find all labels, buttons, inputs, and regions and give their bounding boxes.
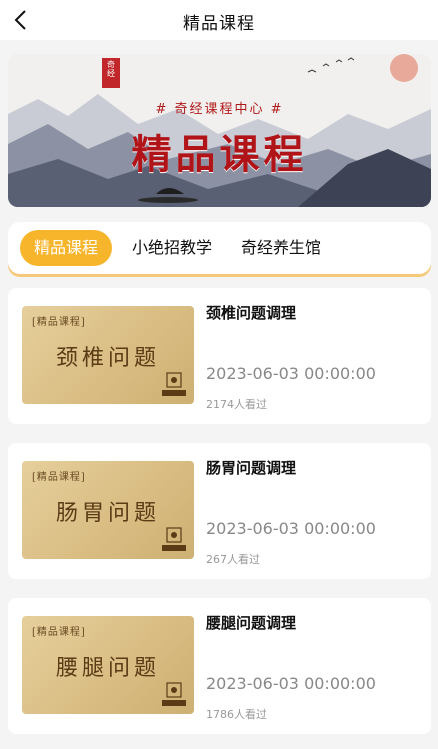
thumbnail-title: 肠胃问题 <box>55 501 160 526</box>
tab-tricks-teaching[interactable]: 小绝招教学 <box>132 230 212 266</box>
banner-subtitle: # 奇经课程中心 # <box>155 102 284 117</box>
tab-health-hall[interactable]: 奇经养生馆 <box>241 230 321 266</box>
top-nav-bar: 精品课程 <box>0 0 438 40</box>
course-title: 肠胃问题调理 <box>206 459 297 477</box>
course-title: 颈椎问题调理 <box>206 304 297 322</box>
course-title: 腰腿问题调理 <box>206 614 297 632</box>
category-tabs: 精品课程 小绝招教学 奇经养生馆 <box>8 222 431 274</box>
course-card[interactable]: [精品课程] 肠胃问题 肠胃问题调理 2023-06-03 00:00:00 2… <box>8 443 431 579</box>
course-views: 267人看过 <box>206 553 260 566</box>
qijing-logo-icon <box>162 682 186 706</box>
tab-featured-courses[interactable]: 精品课程 <box>20 230 113 266</box>
banner-title: 精品课程 <box>131 132 308 178</box>
course-card[interactable]: [精品课程] 腰腿问题 腰腿问题调理 2023-06-03 00:00:00 1… <box>8 598 431 734</box>
course-date: 2023-06-03 00:00:00 <box>206 674 376 693</box>
course-views: 2174人看过 <box>206 398 267 411</box>
thumbnail-title: 腰腿问题 <box>55 656 160 681</box>
page-title: 精品课程 <box>183 14 255 34</box>
thumbnail-tag: [精品课程] <box>32 627 86 638</box>
banner-image: 奇经 # 奇经课程中心 # 精品课程 <box>8 54 431 207</box>
course-thumbnail: [精品课程] 肠胃问题 <box>22 461 194 559</box>
course-date: 2023-06-03 00:00:00 <box>206 519 376 538</box>
course-card[interactable]: [精品课程] 颈椎问题 颈椎问题调理 2023-06-03 00:00:00 2… <box>8 288 431 424</box>
thumbnail-tag: [精品课程] <box>32 317 86 328</box>
course-date: 2023-06-03 00:00:00 <box>206 364 376 383</box>
seal-stamp: 奇经 <box>107 60 115 78</box>
course-thumbnail: [精品课程] 腰腿问题 <box>22 616 194 714</box>
thumbnail-title: 颈椎问题 <box>55 346 160 371</box>
course-thumbnail: [精品课程] 颈椎问题 <box>22 306 194 404</box>
qijing-logo-icon <box>162 372 186 396</box>
qijing-logo-icon <box>162 527 186 551</box>
course-views: 1786人看过 <box>206 708 267 721</box>
thumbnail-tag: [精品课程] <box>32 472 86 483</box>
